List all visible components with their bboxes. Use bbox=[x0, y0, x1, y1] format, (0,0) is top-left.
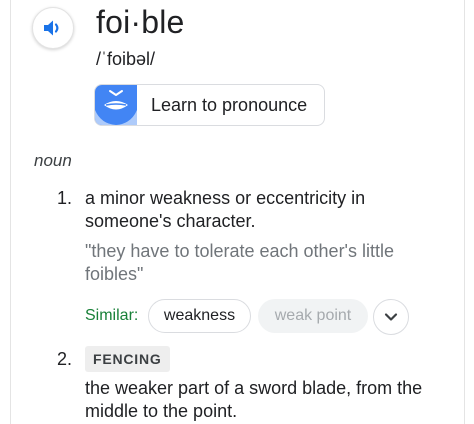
expand-synonyms-button[interactable] bbox=[373, 299, 409, 335]
definition-line: middle to the point. bbox=[85, 401, 238, 421]
mouth-icon bbox=[95, 85, 137, 125]
chevron-down-icon bbox=[384, 313, 398, 321]
part-of-speech: noun bbox=[34, 151, 72, 170]
definition-text: a minor weakness or eccentricity in some… bbox=[85, 187, 365, 233]
definition-number: 2. bbox=[57, 349, 73, 369]
definition-line: the weaker part of a sword blade, from t… bbox=[85, 378, 423, 398]
synonym-chip-weak-point[interactable]: weak point bbox=[258, 299, 368, 333]
definition-number: 1. bbox=[57, 188, 73, 208]
similar-label: Similar: bbox=[85, 307, 139, 324]
definition-line: a minor weakness or eccentricity in bbox=[85, 188, 366, 208]
example-line: "they have to tolerate each other's litt… bbox=[85, 241, 395, 261]
learn-to-pronounce-label: Learn to pronounce bbox=[151, 94, 308, 115]
phonetic-spelling: /ˈfoibəl/ bbox=[96, 49, 156, 69]
example-line: foibles" bbox=[85, 264, 144, 284]
subject-label: FENCING bbox=[85, 346, 170, 372]
card-right-border bbox=[464, 0, 465, 424]
play-pronunciation-button[interactable] bbox=[32, 7, 74, 49]
headword: foi·ble bbox=[96, 4, 185, 40]
definition-example: "they have to tolerate each other's litt… bbox=[85, 240, 394, 286]
synonym-chip-weakness[interactable]: weakness bbox=[148, 299, 251, 333]
card-left-border bbox=[10, 0, 11, 424]
definition-line: someone's character. bbox=[85, 211, 256, 231]
definition-text: the weaker part of a sword blade, from t… bbox=[85, 377, 422, 423]
speaker-icon bbox=[44, 20, 59, 36]
learn-to-pronounce-button[interactable]: Learn to pronounce bbox=[94, 84, 325, 126]
